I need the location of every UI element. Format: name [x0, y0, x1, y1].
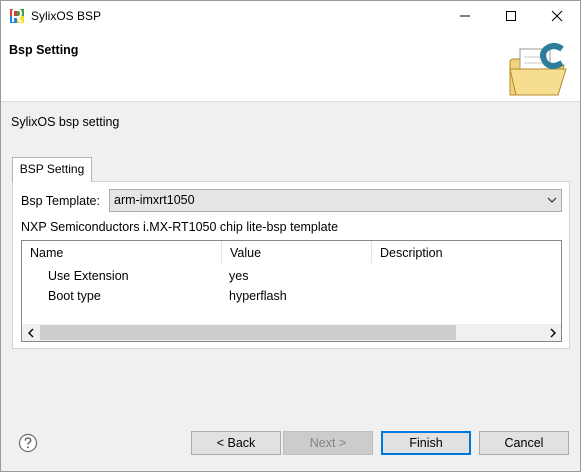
- next-button[interactable]: Next >: [283, 431, 373, 455]
- help-icon[interactable]: [18, 433, 38, 453]
- row-value[interactable]: yes: [229, 269, 248, 283]
- scroll-left-button[interactable]: [22, 324, 39, 341]
- minimize-button[interactable]: [442, 1, 488, 31]
- template-description: NXP Semiconductors i.MX-RT1050 chip lite…: [21, 220, 339, 234]
- wizard-header: Bsp Setting: [1, 31, 580, 102]
- window-title: SylixOS BSP: [31, 9, 102, 23]
- page-subtitle: SylixOS bsp setting: [11, 115, 120, 129]
- bsp-template-select[interactable]: arm-imxrt1050: [109, 189, 562, 212]
- scroll-right-button[interactable]: [544, 324, 561, 341]
- chevron-down-icon: [547, 197, 557, 203]
- wizard-window: SylixOS BSP Bsp Setting SylixOS bsp sett…: [0, 0, 581, 472]
- scrollbar-thumb[interactable]: [40, 325, 456, 340]
- title-bar: SylixOS BSP: [1, 1, 580, 31]
- maximize-button[interactable]: [488, 1, 534, 31]
- row-value[interactable]: hyperflash: [229, 289, 287, 303]
- column-header-value[interactable]: Value: [222, 241, 372, 263]
- back-button[interactable]: < Back: [191, 431, 281, 455]
- bsp-template-label: Bsp Template:: [21, 194, 100, 208]
- header-title: Bsp Setting: [9, 43, 79, 57]
- bsp-settings-table: Name Value Description Use Extension yes…: [21, 240, 562, 342]
- close-window-button[interactable]: [534, 1, 580, 31]
- finish-button[interactable]: Finish: [381, 431, 471, 455]
- folder-c-icon: [509, 43, 567, 96]
- app-logo-icon: [9, 8, 25, 24]
- minimize-icon: [460, 15, 470, 17]
- chevron-right-icon: [550, 328, 556, 337]
- row-name[interactable]: Boot type: [48, 289, 101, 303]
- tab-bsp-setting[interactable]: BSP Setting: [12, 157, 92, 182]
- maximize-icon: [506, 11, 516, 21]
- cancel-button[interactable]: Cancel: [479, 431, 569, 455]
- column-header-description[interactable]: Description: [372, 241, 561, 263]
- row-name[interactable]: Use Extension: [48, 269, 129, 283]
- close-icon: [551, 10, 563, 22]
- chevron-left-icon: [27, 328, 33, 337]
- horizontal-scrollbar[interactable]: [22, 324, 561, 341]
- bsp-template-value: arm-imxrt1050: [114, 193, 195, 207]
- column-header-name[interactable]: Name: [22, 241, 222, 263]
